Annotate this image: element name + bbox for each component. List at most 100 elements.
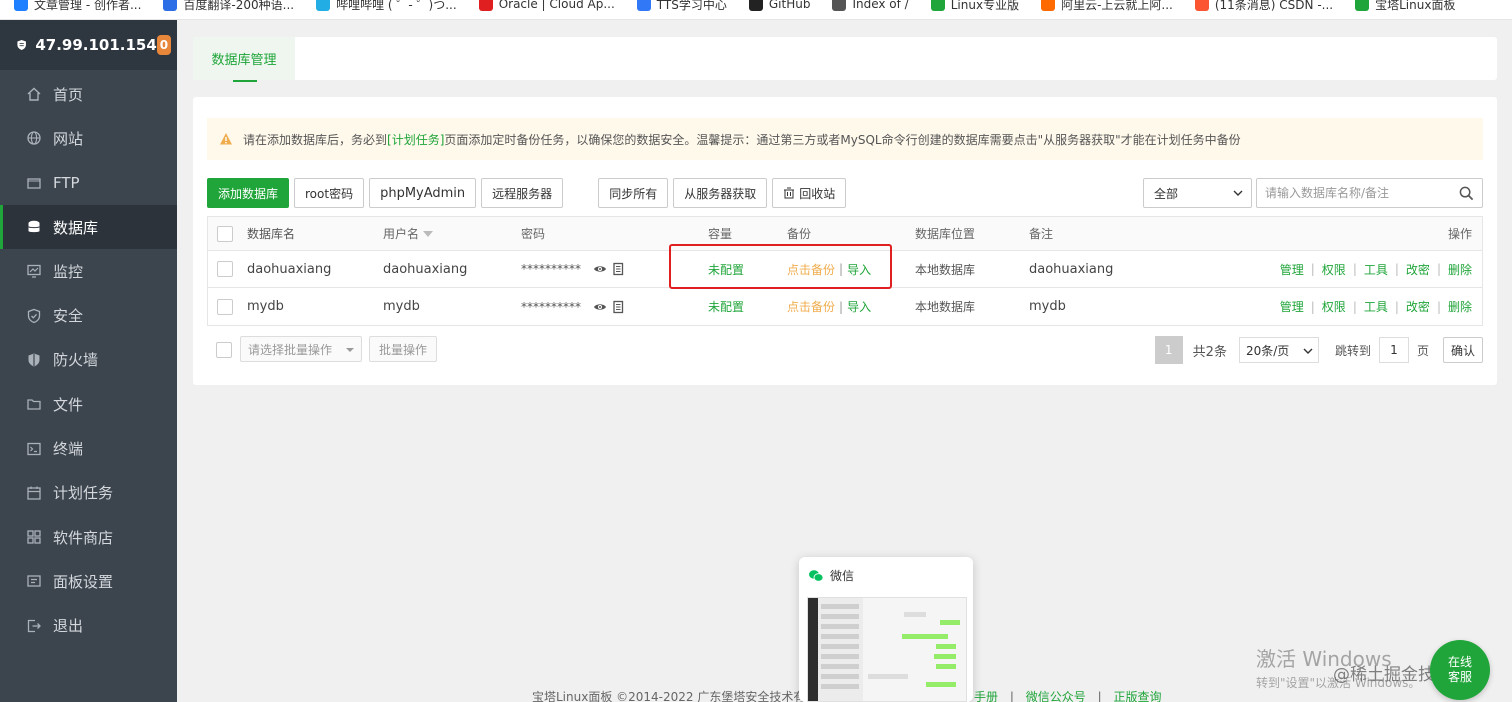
bookmark-item[interactable]: Linux专业版 bbox=[930, 0, 1019, 13]
license-query-link[interactable]: 正版查询 bbox=[1113, 690, 1161, 702]
header-user[interactable]: 用户名 bbox=[383, 217, 434, 250]
db-name[interactable]: daohuaxiang bbox=[247, 251, 331, 287]
op-link-1[interactable]: 权限 bbox=[1322, 261, 1346, 278]
server-header: 47.99.101.154 0 bbox=[0, 20, 177, 70]
bookmark-item[interactable]: GitHub bbox=[748, 0, 810, 13]
type-filter-select[interactable]: 全部 bbox=[1143, 178, 1252, 208]
db-note[interactable]: daohuaxiang bbox=[1029, 251, 1113, 287]
sidebar-item-apps[interactable]: 软件商店 bbox=[0, 515, 177, 559]
bookmark-item[interactable]: 哔哩哔哩 ( ゜- ゜)つ... bbox=[316, 0, 457, 13]
phpmyadmin-button[interactable]: phpMyAdmin bbox=[369, 178, 477, 208]
footer-separator: | bbox=[1097, 690, 1102, 702]
jump-page-input[interactable]: 1 bbox=[1378, 337, 1409, 363]
eye-icon[interactable] bbox=[593, 262, 607, 276]
sidebar-item-database[interactable]: 数据库 bbox=[0, 204, 177, 250]
wechat-preview-popup[interactable]: 微信 bbox=[799, 557, 973, 702]
sync-all-button[interactable]: 同步所有 bbox=[598, 178, 669, 208]
row-checkbox[interactable] bbox=[217, 298, 233, 315]
page-size-value: 20条/页 bbox=[1245, 343, 1290, 358]
tab-database-management[interactable]: 数据库管理 bbox=[193, 37, 295, 82]
root-password-button[interactable]: root密码 bbox=[294, 178, 365, 208]
header-name: 数据库名 bbox=[247, 227, 296, 241]
db-size[interactable]: 未配置 bbox=[708, 251, 744, 287]
sidebar-item-shield[interactable]: 安全 bbox=[0, 293, 177, 337]
message-badge[interactable]: 0 bbox=[156, 35, 171, 55]
eye-icon[interactable] bbox=[593, 300, 607, 314]
op-link-0[interactable]: 管理 bbox=[1280, 261, 1304, 278]
sidebar-item-monitor[interactable]: 监控 bbox=[0, 249, 177, 293]
bookmark-item[interactable]: 宝塔Linux面板 bbox=[1355, 0, 1455, 13]
wechat-official-link[interactable]: 微信公众号 bbox=[1026, 690, 1086, 702]
op-link-2[interactable]: 工具 bbox=[1364, 261, 1388, 278]
op-link-3[interactable]: 改密 bbox=[1406, 261, 1430, 278]
db-backup: 点击备份 | 导入 bbox=[787, 251, 871, 287]
sidebar-item-calendar[interactable]: 计划任务 bbox=[0, 471, 177, 515]
select-all-checkbox[interactable] bbox=[217, 225, 233, 242]
op-link-4[interactable]: 删除 bbox=[1448, 298, 1472, 315]
sidebar-item-label: 监控 bbox=[53, 262, 84, 281]
chevron-down-icon bbox=[1303, 348, 1313, 354]
search-icon[interactable] bbox=[1459, 186, 1474, 201]
manual-link[interactable]: 手册 bbox=[974, 690, 998, 702]
jump-label: 跳转到 bbox=[1334, 343, 1371, 358]
db-size[interactable]: 未配置 bbox=[708, 288, 744, 325]
backup-link[interactable]: 点击备份 bbox=[787, 298, 835, 315]
sidebar-item-label: 终端 bbox=[53, 440, 84, 459]
page-number[interactable]: 1 bbox=[1154, 336, 1183, 364]
search-input[interactable] bbox=[1265, 186, 1445, 200]
op-link-2[interactable]: 工具 bbox=[1364, 298, 1388, 315]
sidebar-item-label: 退出 bbox=[53, 617, 84, 636]
import-link[interactable]: 导入 bbox=[847, 261, 871, 278]
sidebar-item-label: 计划任务 bbox=[53, 484, 114, 503]
sidebar-item-terminal[interactable]: 终端 bbox=[0, 426, 177, 470]
bookmark-item[interactable]: 文章管理 - 创作者... bbox=[14, 0, 141, 13]
sidebar-item-firewall[interactable]: 防火墙 bbox=[0, 338, 177, 382]
bookmark-favicon-icon bbox=[832, 0, 847, 11]
bookmark-label: 宝塔Linux面板 bbox=[1375, 0, 1456, 12]
db-note[interactable]: mydb bbox=[1029, 288, 1066, 325]
batch-operation-button[interactable]: 批量操作 bbox=[369, 336, 438, 362]
bookmark-item[interactable]: 阿里云-上云就上阿... bbox=[1041, 0, 1173, 13]
bookmark-label: Oracle | Cloud Ap... bbox=[498, 0, 615, 11]
op-link-4[interactable]: 删除 bbox=[1448, 261, 1472, 278]
sidebar-item-globe[interactable]: 网站 bbox=[0, 116, 177, 160]
bookmark-item[interactable]: Index of / bbox=[832, 0, 909, 13]
sidebar: 47.99.101.154 0 首页 网站 FTP 数据库监控安全 防火墙 文件终端计划任… bbox=[0, 20, 177, 702]
row-checkbox[interactable] bbox=[217, 261, 233, 277]
online-line1: 在线 bbox=[1447, 655, 1472, 669]
bookmark-item[interactable]: Oracle | Cloud Ap... bbox=[478, 0, 615, 13]
copy-icon[interactable] bbox=[611, 262, 625, 276]
bookmark-item[interactable]: TTS学习中心 bbox=[636, 0, 727, 13]
op-link-3[interactable]: 改密 bbox=[1406, 298, 1430, 315]
sidebar-item-home[interactable]: 首页 bbox=[0, 72, 177, 116]
bookmark-favicon-icon bbox=[478, 0, 493, 11]
fetch-from-server-button[interactable]: 从服务器获取 bbox=[673, 178, 768, 208]
op-link-0[interactable]: 管理 bbox=[1280, 298, 1304, 315]
db-location: 本地数据库 bbox=[915, 300, 976, 314]
ops-separator: | bbox=[1394, 262, 1399, 276]
page-size-select[interactable]: 20条/页 bbox=[1238, 337, 1319, 363]
bookmark-item[interactable]: 百度翻译-200种语... bbox=[163, 0, 294, 13]
sidebar-item-label: 面板设置 bbox=[53, 572, 114, 591]
op-link-1[interactable]: 权限 bbox=[1322, 298, 1346, 315]
bookmark-label: Index of / bbox=[852, 0, 909, 11]
remote-server-button[interactable]: 远程服务器 bbox=[481, 178, 564, 208]
copy-icon[interactable] bbox=[611, 300, 625, 314]
sidebar-item-logout[interactable]: 退出 bbox=[0, 604, 177, 648]
online-service-button[interactable]: 在线 客服 bbox=[1430, 640, 1490, 700]
batch-operation-select[interactable]: 请选择批量操作 bbox=[240, 336, 362, 362]
sidebar-item-ftp[interactable]: FTP bbox=[0, 161, 177, 205]
footer-select-checkbox[interactable] bbox=[216, 342, 232, 358]
import-link[interactable]: 导入 bbox=[847, 298, 871, 315]
sidebar-item-settings[interactable]: 面板设置 bbox=[0, 559, 177, 603]
password-mask: ********** bbox=[521, 299, 581, 314]
recycle-bin-button[interactable]: 回收站 bbox=[772, 178, 847, 208]
db-name[interactable]: mydb bbox=[247, 288, 284, 325]
confirm-jump-button[interactable]: 确认 bbox=[1442, 337, 1483, 363]
sidebar-item-folder[interactable]: 文件 bbox=[0, 382, 177, 426]
schedule-task-link[interactable]: [计划任务] bbox=[387, 131, 444, 148]
backup-link[interactable]: 点击备份 bbox=[787, 261, 835, 278]
bookmark-item[interactable]: (11条消息) CSDN -... bbox=[1194, 0, 1333, 13]
add-database-button[interactable]: 添加数据库 bbox=[207, 178, 290, 208]
shield-icon bbox=[26, 308, 42, 324]
